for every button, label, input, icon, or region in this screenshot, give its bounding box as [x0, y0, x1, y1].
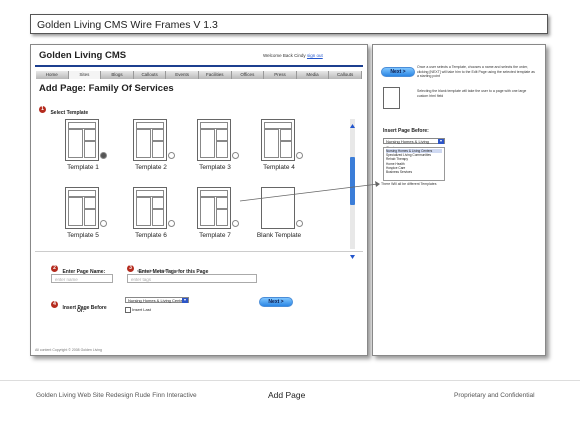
- annotation-arrow: [239, 181, 380, 202]
- footer-divider: [0, 380, 580, 381]
- footer-project: Golden Living Web Site Redesign Rude Fin…: [36, 392, 197, 399]
- footer-page-title: Add Page: [268, 390, 306, 400]
- footer-confidential: Proprietary and Confidential: [454, 392, 535, 399]
